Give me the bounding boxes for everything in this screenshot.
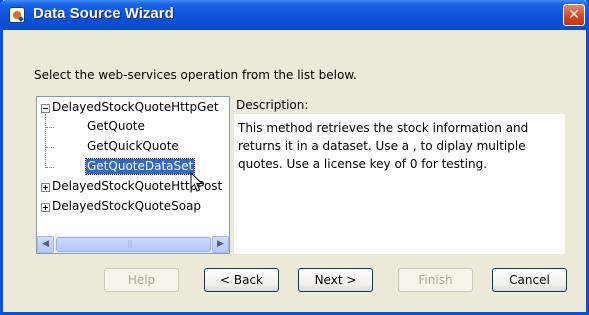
scroll-right-button[interactable]: ▶ <box>212 236 229 253</box>
tree-line <box>45 114 46 168</box>
help-button[interactable]: Help <box>104 268 179 292</box>
description-text: This method retrieves the stock informat… <box>234 114 565 254</box>
tree-line <box>46 127 54 128</box>
tree-line <box>46 167 54 168</box>
mouse-pointer-icon <box>190 172 204 192</box>
scroll-left-button[interactable]: ◀ <box>37 236 54 253</box>
tree-item-getquickquote[interactable]: GetQuickQuote <box>87 139 179 154</box>
expand-icon[interactable] <box>41 183 50 192</box>
description-label: Description: <box>236 98 309 112</box>
tree-line <box>46 147 54 148</box>
tree-item-httpget[interactable]: DelayedStockQuoteHttpGet <box>52 100 219 115</box>
back-button[interactable]: < Back <box>204 268 279 292</box>
close-button[interactable]: ✕ <box>563 4 585 26</box>
expand-icon[interactable] <box>41 203 50 212</box>
title-bar[interactable]: Data Source Wizard ✕ <box>0 0 589 30</box>
app-icon <box>9 7 25 23</box>
tree-item-getquotedataset[interactable]: GetQuoteDataSet <box>84 158 196 175</box>
horizontal-scrollbar[interactable]: ◀ ▶ <box>37 236 229 253</box>
arrow-right-icon: ▶ <box>217 239 224 249</box>
cancel-button[interactable]: Cancel <box>492 268 567 292</box>
close-icon: ✕ <box>568 7 580 23</box>
arrow-left-icon: ◀ <box>42 239 49 249</box>
tree-item-getquote[interactable]: GetQuote <box>87 119 145 134</box>
window-title: Data Source Wizard <box>33 5 174 22</box>
collapse-icon[interactable] <box>41 104 50 113</box>
next-button[interactable]: Next > <box>298 268 373 292</box>
tree-item-soap[interactable]: DelayedStockQuoteSoap <box>52 199 201 214</box>
instruction-text: Select the web-services operation from t… <box>34 68 357 82</box>
finish-button[interactable]: Finish <box>398 268 473 292</box>
scroll-thumb[interactable] <box>56 237 211 252</box>
